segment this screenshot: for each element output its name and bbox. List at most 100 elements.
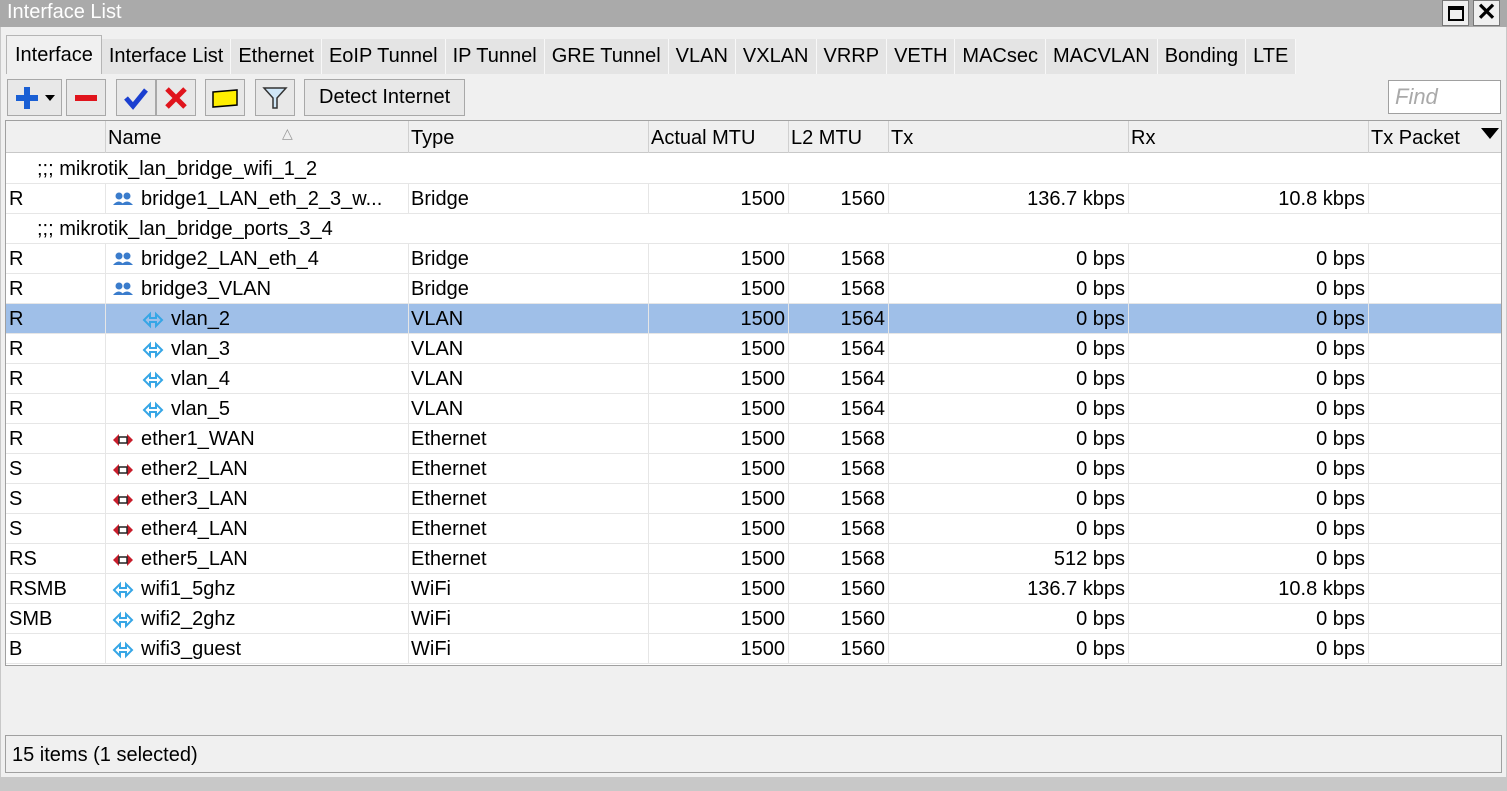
tx-cell: 0 bps bbox=[889, 364, 1129, 393]
l2-mtu-cell: 1568 bbox=[789, 484, 889, 513]
comment-text: ;;; mikrotik_lan_bridge_ports_3_4 bbox=[37, 218, 333, 240]
name-text: ether3_LAN bbox=[141, 488, 248, 510]
tab-veth[interactable]: VETH bbox=[887, 39, 956, 74]
enable-button[interactable] bbox=[116, 79, 156, 116]
column-header-flags[interactable] bbox=[6, 121, 106, 153]
remove-button[interactable] bbox=[66, 79, 106, 116]
tx-packet-cell bbox=[1369, 454, 1501, 483]
table-row[interactable]: Rbridge1_LAN_eth_2_3_w... Bridge 1500 1560 1… bbox=[6, 184, 1501, 214]
actual-mtu-cell: 1500 bbox=[649, 184, 789, 213]
actual-mtu-cell: 1500 bbox=[649, 574, 789, 603]
name-text: ether1_WAN bbox=[141, 428, 255, 450]
maximize-button[interactable] bbox=[1442, 0, 1469, 26]
comment-button[interactable] bbox=[205, 79, 245, 116]
table-row[interactable]: RS ether5_LAN Ethernet 1500 1568 512 bps 0 bps bbox=[6, 544, 1501, 574]
column-header-name[interactable]: Name bbox=[106, 121, 409, 153]
actual-mtu-cell: 1500 bbox=[649, 334, 789, 363]
tab-macsec[interactable]: MACsec bbox=[955, 39, 1046, 74]
table-row[interactable]: Rbridge2_LAN_eth_4 Bridge 1500 1568 0 bps 0 b… bbox=[6, 244, 1501, 274]
find-input[interactable]: Find bbox=[1388, 80, 1501, 114]
toolbar: Detect Internet Find bbox=[5, 77, 1502, 117]
column-header-actual-mtu[interactable]: Actual MTU bbox=[649, 121, 789, 153]
tab-interface[interactable]: Interface bbox=[6, 35, 102, 74]
flags-cell: S bbox=[6, 514, 106, 543]
comment-row[interactable]: ;;; mikrotik_lan_bridge_wifi_1_2 bbox=[6, 154, 1501, 184]
name-text: vlan_5 bbox=[171, 398, 230, 420]
column-header-l2-mtu[interactable]: L2 MTU bbox=[789, 121, 889, 153]
tab-gre-tunnel[interactable]: GRE Tunnel bbox=[544, 39, 669, 74]
tab-ip-tunnel[interactable]: IP Tunnel bbox=[445, 39, 545, 74]
detect-internet-button[interactable]: Detect Internet bbox=[304, 79, 466, 116]
table-row[interactable]: Rvlan_3 VLAN 1500 1564 0 bps 0 bps bbox=[6, 334, 1501, 364]
status-bar: 15 items (1 selected) bbox=[5, 735, 1502, 773]
tab-vlan[interactable]: VLAN bbox=[668, 39, 736, 74]
type-cell: Ethernet bbox=[409, 544, 649, 573]
name-cell: bridge1_LAN_eth_2_3_w... bbox=[106, 184, 409, 213]
table-row[interactable]: SMB wifi2_2ghz WiFi 1500 1560 0 bps 0 bps bbox=[6, 604, 1501, 634]
comment-row[interactable]: ;;; mikrotik_lan_bridge_ports_3_4 bbox=[6, 214, 1501, 244]
tab-bar: Interface Interface List Ethernet EoIP Tunn… bbox=[6, 35, 1297, 74]
vlan-icon bbox=[142, 309, 164, 329]
flags-cell: SMB bbox=[6, 604, 106, 633]
tx-cell: 0 bps bbox=[889, 454, 1129, 483]
sort-ascending-icon: △ bbox=[282, 125, 293, 141]
name-text: wifi2_2ghz bbox=[141, 608, 236, 630]
column-header-rx[interactable]: Rx bbox=[1129, 121, 1369, 153]
tx-packet-cell bbox=[1369, 184, 1501, 213]
tab-bonding[interactable]: Bonding bbox=[1157, 39, 1247, 74]
table-row[interactable]: Rether1_WAN Ethernet 1500 1568 0 bps 0 bps bbox=[6, 424, 1501, 454]
tx-packet-cell bbox=[1369, 514, 1501, 543]
name-text: ether5_LAN bbox=[141, 548, 248, 570]
l2-mtu-cell: 1568 bbox=[789, 274, 889, 303]
actual-mtu-cell: 1500 bbox=[649, 274, 789, 303]
column-header-type[interactable]: Type bbox=[409, 121, 649, 153]
tx-cell: 0 bps bbox=[889, 484, 1129, 513]
tx-packet-cell bbox=[1369, 424, 1501, 453]
tab-interface-list[interactable]: Interface List bbox=[101, 39, 232, 74]
name-text: vlan_4 bbox=[171, 368, 230, 390]
type-cell: Ethernet bbox=[409, 484, 649, 513]
table-row[interactable]: Sether3_LAN Ethernet 1500 1568 0 bps 0 bps bbox=[6, 484, 1501, 514]
table-row[interactable]: Rvlan_4 VLAN 1500 1564 0 bps 0 bps bbox=[6, 364, 1501, 394]
column-menu-icon[interactable] bbox=[1481, 128, 1499, 139]
table-row[interactable]: Sether4_LAN Ethernet 1500 1568 0 bps 0 bps bbox=[6, 514, 1501, 544]
tx-packet-cell bbox=[1369, 364, 1501, 393]
tx-packet-cell bbox=[1369, 574, 1501, 603]
name-text: ether4_LAN bbox=[141, 518, 248, 540]
minus-icon bbox=[75, 94, 97, 101]
tab-vrrp[interactable]: VRRP bbox=[816, 39, 888, 74]
tx-cell: 0 bps bbox=[889, 514, 1129, 543]
name-cell: wifi2_2ghz bbox=[106, 604, 409, 633]
filter-button[interactable] bbox=[255, 79, 295, 116]
tab-ethernet[interactable]: Ethernet bbox=[231, 39, 322, 74]
type-cell: Ethernet bbox=[409, 424, 649, 453]
l2-mtu-cell: 1560 bbox=[789, 634, 889, 663]
rx-cell: 10.8 kbps bbox=[1129, 184, 1369, 213]
add-button[interactable] bbox=[7, 79, 62, 116]
table-row[interactable]: Rvlan_5 VLAN 1500 1564 0 bps 0 bps bbox=[6, 394, 1501, 424]
actual-mtu-cell: 1500 bbox=[649, 514, 789, 543]
table-row[interactable]: Rvlan_2 VLAN 1500 1564 0 bps 0 bps bbox=[6, 304, 1501, 334]
rx-cell: 0 bps bbox=[1129, 634, 1369, 663]
disable-button[interactable] bbox=[156, 79, 196, 116]
tab-lte[interactable]: LTE bbox=[1246, 39, 1297, 74]
table-row[interactable]: Rbridge3_VLAN Bridge 1500 1568 0 bps 0 bps bbox=[6, 274, 1501, 304]
close-button[interactable]: ✕ bbox=[1473, 0, 1500, 26]
type-cell: VLAN bbox=[409, 394, 649, 423]
table-row[interactable]: Sether2_LAN Ethernet 1500 1568 0 bps 0 bps bbox=[6, 454, 1501, 484]
tab-vxlan[interactable]: VXLAN bbox=[735, 39, 817, 74]
rx-cell: 0 bps bbox=[1129, 274, 1369, 303]
wifi-icon bbox=[112, 609, 134, 629]
column-header-tx[interactable]: Tx bbox=[889, 121, 1129, 153]
l2-mtu-cell: 1560 bbox=[789, 604, 889, 633]
vlan-icon bbox=[142, 339, 164, 359]
tx-packet-cell bbox=[1369, 484, 1501, 513]
table-row[interactable]: RSMB wifi1_5ghz WiFi 1500 1560 136.7 kbps 10.8… bbox=[6, 574, 1501, 604]
table-row[interactable]: Bwifi3_guest WiFi 1500 1560 0 bps 0 bps bbox=[6, 634, 1501, 664]
rx-cell: 0 bps bbox=[1129, 454, 1369, 483]
ethernet-icon bbox=[112, 489, 134, 509]
l2-mtu-cell: 1560 bbox=[789, 184, 889, 213]
tab-macvlan[interactable]: MACVLAN bbox=[1046, 39, 1158, 74]
l2-mtu-cell: 1564 bbox=[789, 334, 889, 363]
tab-eoip-tunnel[interactable]: EoIP Tunnel bbox=[321, 39, 446, 74]
